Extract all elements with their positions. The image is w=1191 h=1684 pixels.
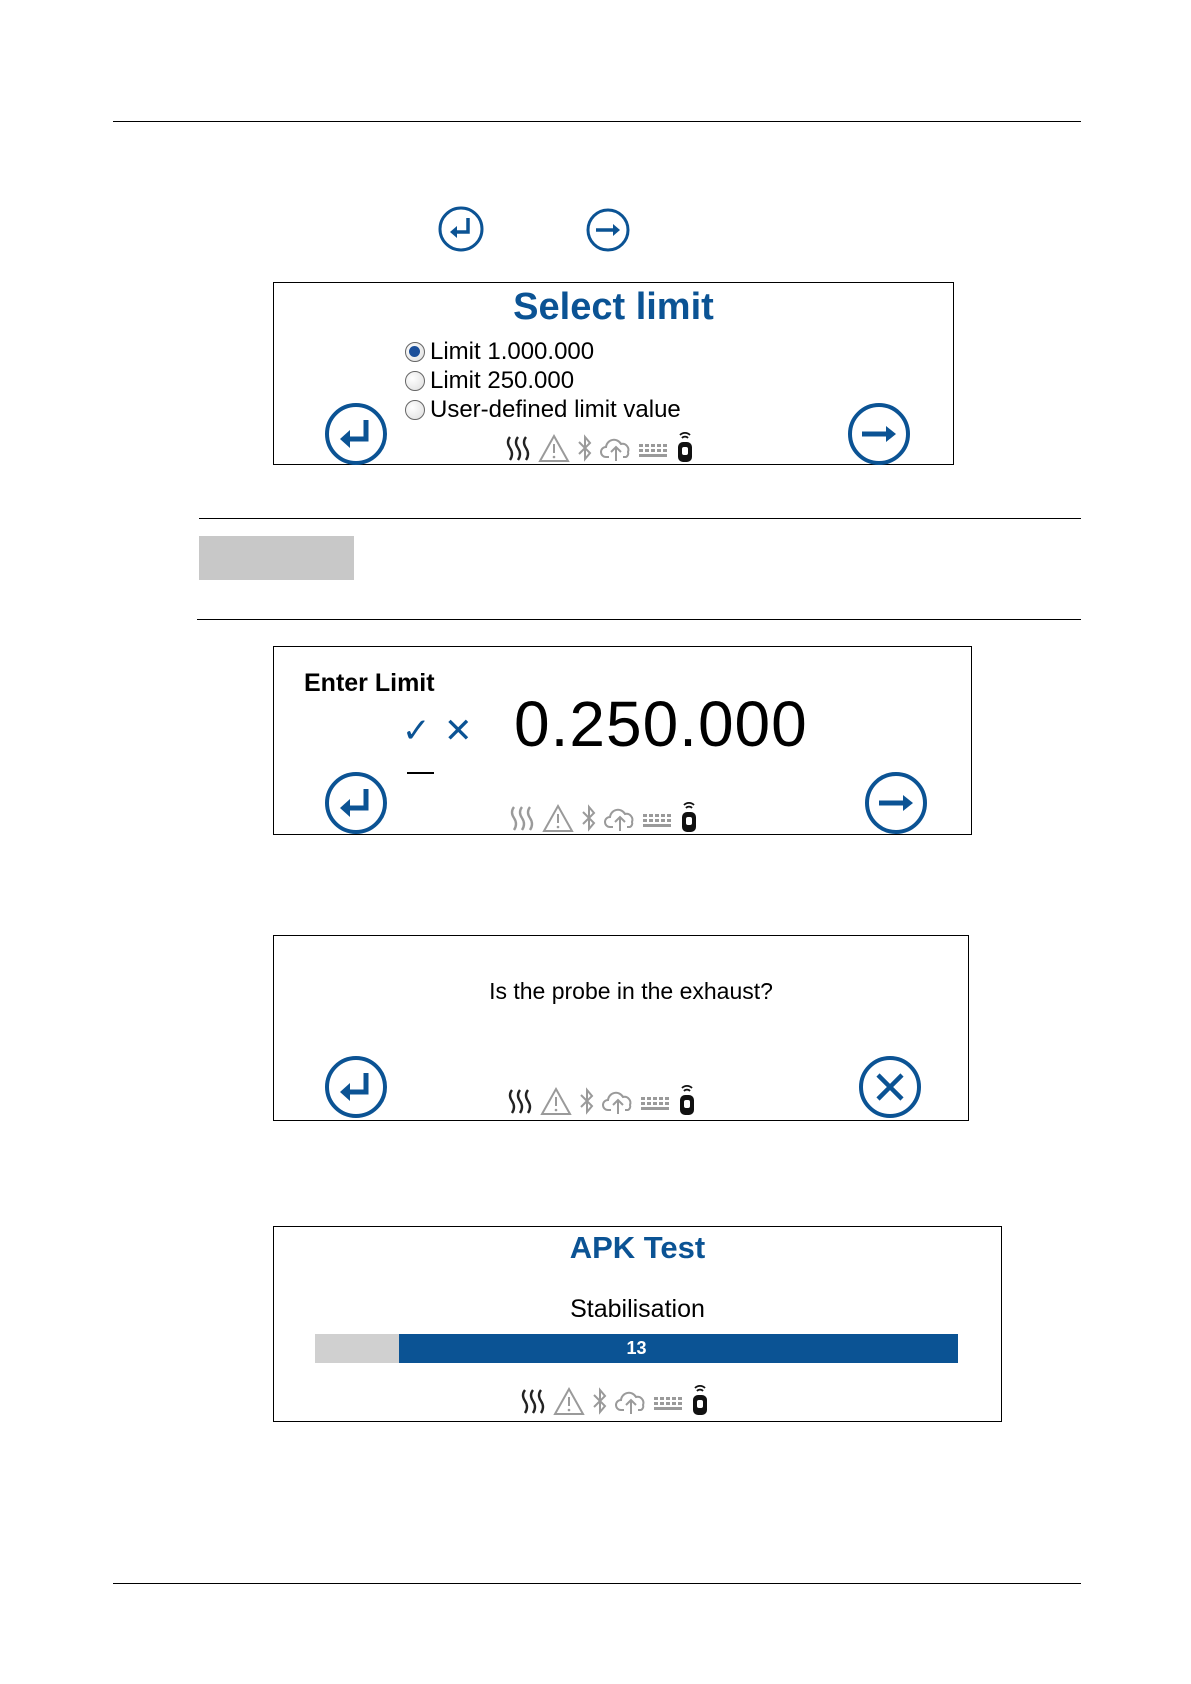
limit-option[interactable]: User-defined limit value [405,395,681,424]
section-rule [197,619,1081,620]
arrow-right-icon [586,208,630,252]
heat-waves-icon [510,806,534,831]
enter-button[interactable] [324,1055,388,1119]
status-bar [519,1382,711,1416]
progress-label: 13 [626,1338,647,1358]
enter-button[interactable] [324,402,388,466]
top-rule [113,121,1081,122]
enter-limit-label: Enter Limit [304,669,435,697]
warning-icon [553,1386,585,1415]
heat-waves-icon [521,1389,545,1414]
bluetooth-icon [582,804,596,832]
bluetooth-icon [580,1087,594,1115]
limit-option-label: Limit 1.000.000 [430,337,595,365]
cloud-upload-icon [604,808,634,831]
status-bar [508,799,700,833]
enter-button[interactable] [324,771,388,835]
note-label-block [199,536,354,580]
cloud-upload-icon [615,1391,645,1414]
enter-return-icon [438,206,484,252]
keyboard-icon [641,1097,669,1110]
cloud-upload-icon [600,438,630,461]
probe-icon [680,1085,694,1115]
limit-value[interactable]: 0.250.000 [514,687,808,761]
heat-waves-icon [506,436,530,461]
limit-options: Limit 1.000.000 Limit 250.000 User-defin… [405,337,681,424]
question-text: Is the probe in the exhaust? [489,978,773,1004]
limit-option-label: Limit 250.000 [430,366,575,394]
radio-button[interactable] [405,370,425,391]
bluetooth-icon [593,1387,607,1415]
screen-title: Select limit [513,286,714,328]
screen-title: APK Test [569,1230,706,1265]
probe-icon [678,432,692,462]
cloud-upload-icon [602,1091,632,1114]
select-limit-screen: Select limit Limit 1.000.000 Limit 250.0… [273,282,954,465]
bottom-rule [113,1583,1081,1584]
next-button[interactable] [847,402,911,466]
warning-icon [540,1086,572,1115]
limit-option[interactable]: Limit 250.000 [405,366,681,395]
phase-label: Stabilisation [570,1295,705,1323]
status-bar [506,1082,698,1116]
confirm-check[interactable]: ✓ [402,711,431,751]
heat-waves-icon [508,1089,532,1114]
next-button[interactable] [864,771,928,835]
input-cursor [407,772,434,774]
radio-button[interactable] [405,341,425,362]
cancel-button[interactable] [858,1055,922,1119]
progress-bar: 13 [315,1334,958,1363]
apk-test-screen: APK Test Stabilisation 13 [273,1226,1002,1422]
keyboard-icon [643,814,671,827]
section-rule [199,518,1081,519]
limit-option-label: User-defined limit value [430,395,681,423]
probe-question-screen: Is the probe in the exhaust? [273,935,969,1121]
keyboard-icon [654,1397,682,1410]
enter-limit-screen: Enter Limit ✓ ✕ 0.250.000 [273,646,972,835]
probe-icon [693,1385,707,1415]
probe-icon [682,802,696,832]
keyboard-icon [639,444,667,457]
warning-icon [542,803,574,832]
bluetooth-icon [578,434,592,462]
limit-option[interactable]: Limit 1.000.000 [405,337,681,366]
clear-cross[interactable]: ✕ [444,711,473,751]
status-bar [504,429,696,463]
radio-button[interactable] [405,399,425,420]
warning-icon [538,433,570,462]
